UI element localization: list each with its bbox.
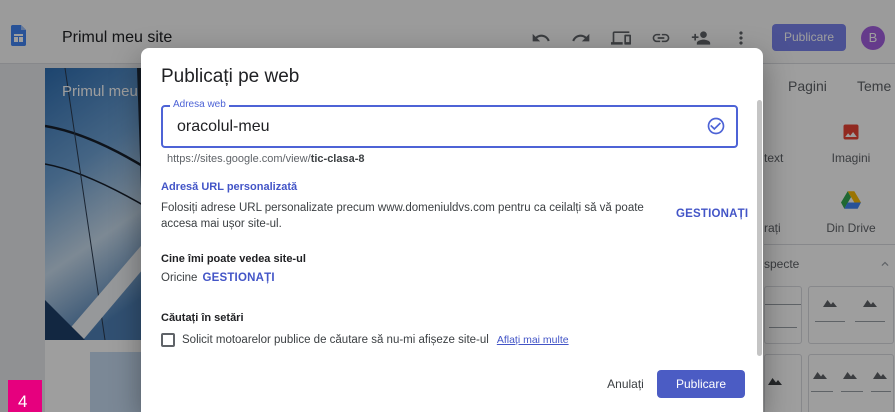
visibility-heading: Cine îmi poate vedea site-ul [161,253,306,265]
hide-from-search-row: Solicit motoarelor publice de căutare să… [182,332,569,348]
check-circle-icon [706,116,726,136]
site-url-preview: https://sites.google.com/view/tic-clasa-… [167,152,365,166]
google-sites-editor: Primul meu site Publicare B Primul meu P… [0,0,895,412]
url-slug: tic-clasa-8 [310,153,365,165]
publish-dialog: Publicați pe web Adresa web https://site… [141,48,763,412]
manage-visibility-button[interactable]: GESTIONAȚI [202,272,274,284]
page-number-badge: 4 [8,380,42,412]
web-address-field[interactable]: Adresa web [161,99,738,148]
dialog-scrollbar[interactable] [757,100,762,356]
learn-more-link[interactable]: Aflați mai multe [497,334,569,346]
manage-custom-url-button[interactable]: GESTIONAȚI [676,206,748,222]
cancel-button[interactable]: Anulați [601,370,650,398]
custom-url-description: Folosiți adrese URL personalizate precum… [161,202,644,230]
hide-from-search-label[interactable]: Solicit motoarelor publice de căutare să… [182,334,489,346]
visibility-value: Oricine [161,272,198,284]
web-address-input[interactable] [177,107,697,146]
search-settings-heading: Căutați în setări [161,312,244,324]
url-prefix: https://sites.google.com/view/ [167,153,311,165]
hide-from-search-checkbox[interactable] [161,333,175,347]
dialog-publish-button[interactable]: Publicare [657,370,745,398]
dialog-title: Publicați pe web [161,66,300,87]
custom-url-heading: Adresă URL personalizată [161,181,298,193]
visibility-row: Oricine GESTIONAȚI [161,270,275,286]
